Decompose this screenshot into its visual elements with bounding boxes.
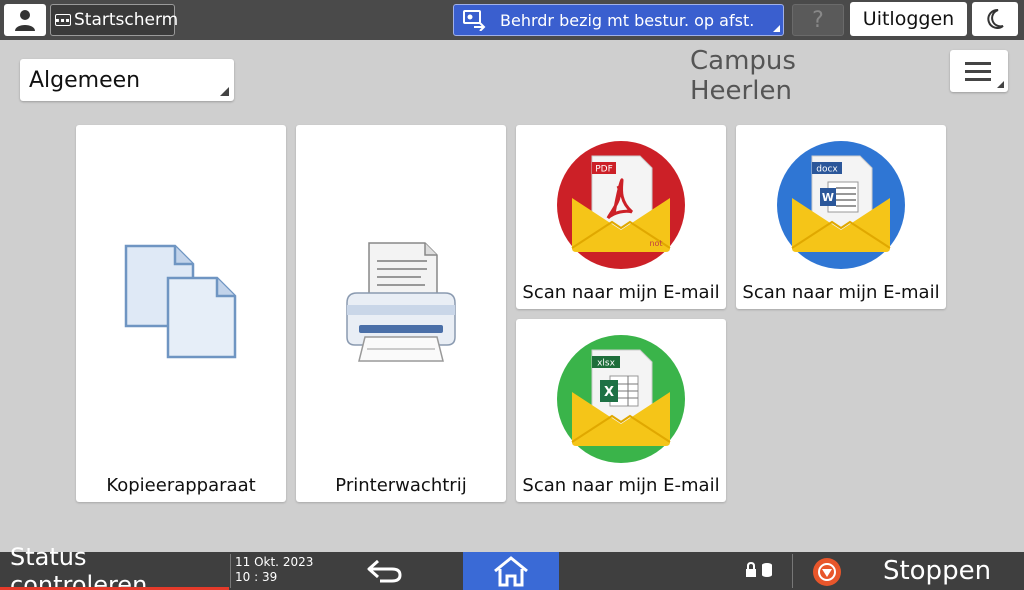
pdf-badge-text: PDF bbox=[595, 165, 613, 175]
tile-label: Kopieerapparaat bbox=[106, 475, 256, 496]
check-status-label: Status controleren bbox=[10, 543, 148, 590]
divider bbox=[230, 554, 231, 588]
scan-pdf-email-icon: PDF not bbox=[557, 141, 685, 269]
svg-text:W: W bbox=[822, 191, 834, 204]
category-value: Algemeen bbox=[29, 67, 141, 93]
bottom-bar: Status controleren 11 Okt. 2023 10 : 39 bbox=[0, 543, 1024, 590]
menu-button[interactable] bbox=[950, 50, 1008, 92]
tile-label: Scan naar mijn E-mail bbox=[522, 282, 720, 303]
location-title: Campus Heerlen bbox=[690, 46, 796, 106]
home-button[interactable] bbox=[463, 552, 559, 590]
svg-text:X: X bbox=[604, 385, 614, 400]
check-status-button[interactable]: Status controleren bbox=[0, 543, 229, 590]
scan-to-email-pdf-tile[interactable]: PDF not Scan naar mijn E-mail bbox=[516, 125, 726, 309]
date-text: 11 Okt. 2023 bbox=[235, 555, 314, 569]
home-icon bbox=[494, 556, 528, 587]
copier-app-tile[interactable]: Kopieerapparaat bbox=[76, 125, 286, 502]
divider bbox=[792, 554, 793, 588]
lock-icon bbox=[746, 562, 756, 577]
home-screen-button[interactable]: ▪▪▪ Startscherm bbox=[50, 4, 179, 36]
scan-xlsx-email-icon: xlsx X bbox=[557, 335, 685, 463]
tile-label: Scan naar mijn E-mail bbox=[522, 475, 720, 496]
xlsx-badge-text: xlsx bbox=[597, 359, 616, 369]
storage-icon bbox=[762, 563, 772, 577]
user-button[interactable] bbox=[4, 4, 46, 36]
keyboard-icon: ▪▪▪ bbox=[55, 14, 71, 26]
logout-label: Uitloggen bbox=[862, 8, 955, 30]
remote-operation-icon bbox=[463, 10, 486, 31]
back-arrow-icon bbox=[367, 559, 402, 583]
docx-badge-text: docx bbox=[816, 165, 838, 175]
category-dropdown[interactable]: Algemeen bbox=[20, 59, 234, 101]
dropdown-corner-icon bbox=[773, 25, 780, 32]
scan-to-email-docx-tile[interactable]: docx W Scan naar mijn E-mail bbox=[736, 125, 946, 309]
logout-button[interactable]: Uitloggen bbox=[850, 2, 967, 36]
date-time-display: 11 Okt. 2023 10 : 39 bbox=[235, 555, 313, 585]
hamburger-menu-icon bbox=[965, 62, 991, 81]
scan-docx-email-icon: docx W bbox=[777, 141, 905, 269]
stop-icon bbox=[813, 558, 841, 586]
back-button[interactable] bbox=[360, 556, 410, 586]
stop-label: Stoppen bbox=[882, 556, 992, 586]
printer-queue-app-tile[interactable]: Printerwachtrij bbox=[296, 125, 506, 502]
help-label: ? bbox=[812, 7, 824, 33]
energy-saver-button[interactable] bbox=[972, 2, 1018, 36]
status-icons bbox=[745, 562, 773, 578]
time-text: 10 : 39 bbox=[235, 570, 278, 584]
copy-documents-icon bbox=[124, 244, 237, 359]
home-screen-label: Startscherm bbox=[74, 10, 179, 30]
dropdown-corner-icon bbox=[997, 81, 1004, 88]
help-button[interactable]: ? bbox=[792, 4, 844, 36]
user-icon bbox=[15, 10, 35, 31]
remote-control-status-button[interactable]: Behrdr bezig mt bestur. op afst. bbox=[453, 4, 784, 36]
printer-icon bbox=[346, 242, 456, 362]
remote-control-status-label: Behrdr bezig mt bestur. op afst. bbox=[500, 10, 755, 30]
stop-button[interactable]: Stoppen bbox=[850, 552, 1024, 590]
moon-icon bbox=[987, 8, 1004, 29]
top-bar: ▪▪▪ Startscherm Behrdr bezig mt bestur. … bbox=[0, 0, 1024, 40]
pdf-corner-tag-text: not bbox=[649, 239, 662, 248]
tile-label: Printerwachtrij bbox=[335, 475, 467, 496]
tile-label: Scan naar mijn E-mail bbox=[742, 282, 940, 303]
dropdown-corner-icon bbox=[220, 87, 229, 96]
scan-to-email-xlsx-tile[interactable]: xlsx X Scan naar mijn E-mail bbox=[516, 319, 726, 502]
